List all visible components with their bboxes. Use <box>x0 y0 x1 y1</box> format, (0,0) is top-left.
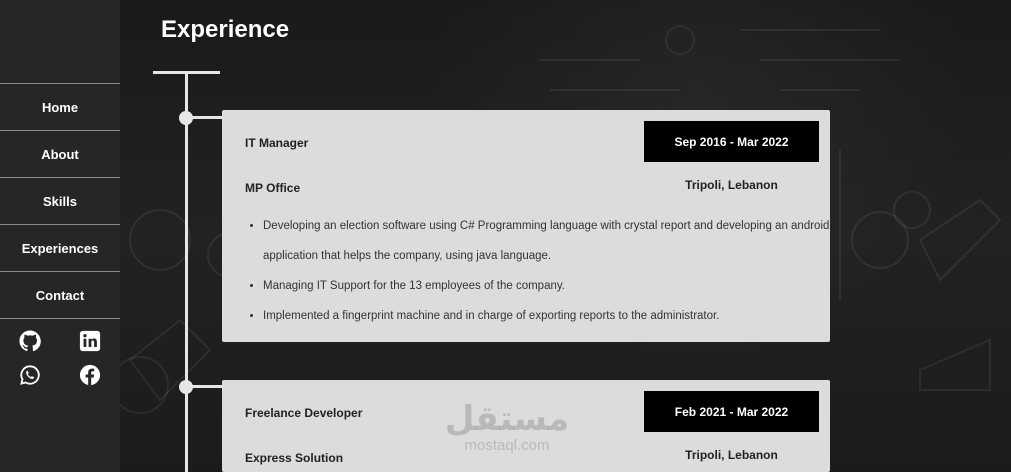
job-role: Freelance Developer <box>245 406 363 420</box>
nav-item-label: Experiences <box>21 240 99 256</box>
nav-item-contact[interactable]: Contact <box>0 271 120 319</box>
nav-item-label: About <box>41 146 79 162</box>
nav-item-label: Contact <box>35 287 85 303</box>
sidebar-nav: Home About Skills Experiences Contact <box>0 83 120 319</box>
timeline-connector <box>186 385 224 388</box>
nav-item-home[interactable]: Home <box>0 83 120 130</box>
timeline-line <box>185 71 188 472</box>
job-location: Tripoli, Lebanon <box>685 178 778 192</box>
list-item: Implemented a fingerprint machine and in… <box>263 301 833 331</box>
nav-item-skills[interactable]: Skills <box>0 177 120 224</box>
date-badge: Sep 2016 - Mar 2022 <box>644 121 819 162</box>
sidebar: Home About Skills Experiences Contact <box>0 0 120 472</box>
job-location: Tripoli, Lebanon <box>685 448 778 462</box>
timeline-connector <box>186 116 224 119</box>
responsibility-list: Developing an election software using C#… <box>245 211 833 331</box>
nav-item-label: Skills <box>43 193 77 209</box>
watermark-logo: مستقل <box>444 399 570 439</box>
social-links <box>0 330 120 386</box>
job-role: IT Manager <box>245 136 309 150</box>
whatsapp-icon[interactable] <box>19 364 41 386</box>
github-icon[interactable] <box>19 330 41 352</box>
main-content: Experience IT Manager Sep 2016 - Mar 202… <box>120 0 1011 472</box>
linkedin-icon[interactable] <box>79 330 101 352</box>
list-item: Developing an election software using C#… <box>263 211 833 271</box>
list-item: Managing IT Support for the 13 employees… <box>263 271 833 301</box>
watermark-url: mostaql.com <box>464 437 550 454</box>
nav-item-experiences[interactable]: Experiences <box>0 224 120 271</box>
nav-item-about[interactable]: About <box>0 130 120 177</box>
watermark: مستقل mostaql.com <box>442 400 572 454</box>
date-badge: Feb 2021 - Mar 2022 <box>644 391 819 432</box>
company-name: Express Solution <box>245 451 344 465</box>
company-name: MP Office <box>245 181 301 195</box>
facebook-icon[interactable] <box>79 364 101 386</box>
page-title: Experience <box>161 16 290 43</box>
experience-card: IT Manager Sep 2016 - Mar 2022 MP Office… <box>222 110 830 342</box>
nav-item-label: Home <box>41 99 79 115</box>
